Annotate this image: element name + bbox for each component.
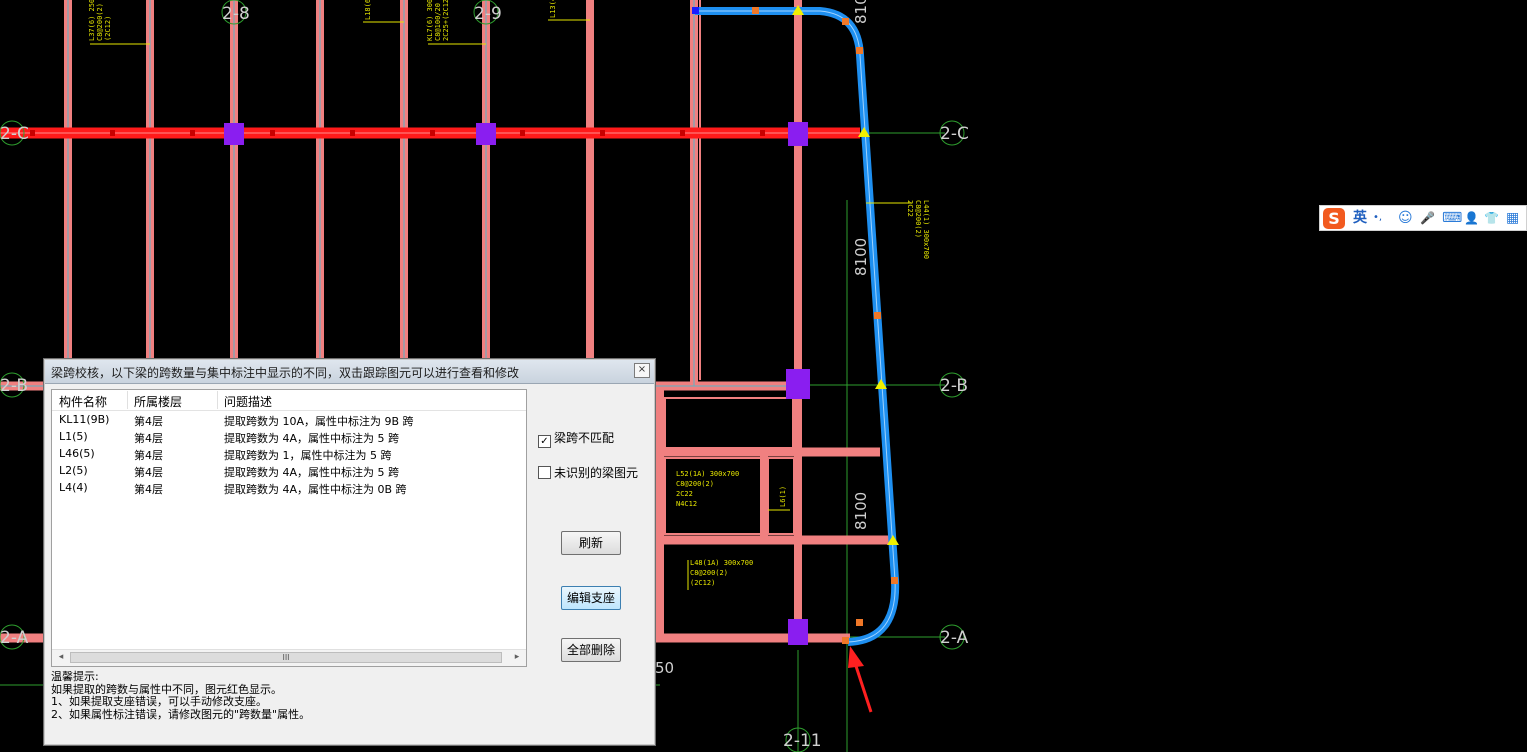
ime-microphone-icon[interactable]: 🎤 [1420,209,1435,227]
dimension-middle: 8100 [852,238,870,276]
axis-label-2a-right: 2-A [940,628,969,648]
list-row-l1[interactable]: L1(5) 第4层 提取跨数为 4A，属性中标注为 5 跨 [52,428,526,445]
scroll-left-icon[interactable]: ◂ [54,652,68,664]
cell-desc: 提取跨数为 4A，属性中标注为 5 跨 [224,466,400,479]
axis-label-2-11: 2-11 [783,731,822,751]
cell-name: L1(5) [59,430,88,443]
delete-all-button[interactable]: 全部删除 [561,638,621,662]
refresh-button[interactable]: 刷新 [561,531,621,555]
ime-apps-icon[interactable]: ▦ [1506,209,1519,227]
beam-span-check-dialog: 梁跨校核，以下梁的跨数量与集中标注中显示的不同，双击跟踪图元可以进行查看和修改 … [43,358,656,746]
svg-text:L52(1A) 300x700C8@200(2)2C22N4: L52(1A) 300x700 C8@200(2) 2C22 N4C12 [676,470,739,508]
cell-name: L46(5) [59,447,95,460]
dimension-bottom: 50 [655,659,674,677]
checkbox-unrecognized-beam-label: 未识别的梁图元 [554,466,639,480]
scrollbar-thumb[interactable]: III [70,652,502,663]
dimension-lower: 8100 [852,492,870,530]
annotation-l52: L52(1A) 300x700 C8@200(2) 2C22 N4C12 [676,470,739,508]
column-header-floor[interactable]: 所属楼层 [134,393,182,410]
checkbox-span-mismatch[interactable]: ✓ 梁跨不匹配 [538,429,614,448]
cell-name: KL11(9B) [59,413,110,426]
hint-line-3: 2、如果属性标注错误，请修改图元的"跨数量"属性。 [51,707,311,721]
hint-panel: 温馨提示: 如果提取的跨数与属性中不同，图元红色显示。 1、如果提取支座错误，可… [51,670,649,721]
sogou-logo-icon[interactable]: S [1323,208,1345,229]
annotation-l37: L37(6) 250x C8@200(2) (2C12) [88,0,150,45]
cell-floor: 第4层 [134,483,163,496]
axis-label-2a-left: 2-A [0,628,29,648]
cell-desc: 提取跨数为 1，属性中标注为 5 跨 [224,449,392,462]
red-arrow-icon [848,646,873,713]
beam-2c-highlighted[interactable] [0,127,860,139]
ime-toolbar: S 英 •, ☺ 🎤 ⌨ 👤 👕 ▦ [1319,205,1527,231]
hint-title: 温馨提示: [51,670,99,683]
cell-desc: 提取跨数为 10A，属性中标注为 9B 跨 [224,415,414,428]
cell-floor: 第4层 [134,449,163,462]
cell-desc: 提取跨数为 4A，属性中标注为 5 跨 [224,432,400,445]
column-header-name[interactable]: 构件名称 [59,393,107,410]
cell-name: L2(5) [59,464,88,477]
cell-name: L4(4) [59,481,88,494]
hint-line-2: 1、如果提取支座错误，可以手动修改支座。 [51,695,267,708]
svg-text:L44(1) 300x700 C8@200(2): L44(1) 300x700 C8@200(2) 2C22 [906,200,930,263]
axis-label-2-9: 2-9 [474,4,502,24]
list-row-l2[interactable]: L2(5) 第4层 提取跨数为 4A，属性中标注为 5 跨 [52,462,526,479]
ime-punctuation-icon[interactable]: •, [1373,209,1382,227]
annotation-l48: L48(1A) 300x700 C8@200(2) (2C12) [687,559,753,590]
axis-label-2-8: 2-8 [222,4,250,24]
axis-label-2b-right: 2-B [940,376,968,396]
svg-text:L37(6) 250x C8@200(2): L37(6) 250x C8@200(2) (2C12) [88,0,112,41]
ime-user-icon[interactable]: 👤 [1464,209,1479,227]
annotation-l18: L18(6 [363,0,404,23]
axis-label-2b-left: 2-B [0,376,28,396]
checkbox-span-mismatch-label: 梁跨不匹配 [554,431,615,445]
cell-desc: 提取跨数为 4A，属性中标注为 0B 跨 [224,483,407,496]
svg-text:L13(4: L13(4 [549,0,557,18]
dimension-top: 810 [852,0,870,24]
dialog-titlebar[interactable]: 梁跨校核，以下梁的跨数量与集中标注中显示的不同，双击跟踪图元可以进行查看和修改 … [45,360,654,384]
list-row-l4[interactable]: L4(4) 第4层 提取跨数为 4A，属性中标注为 0B 跨 [52,479,526,496]
close-button[interactable]: × [634,363,650,378]
axis-label-2c-right: 2-C [940,124,969,144]
ime-keyboard-icon[interactable]: ⌨ [1442,209,1462,227]
axis-label-2c-left: 2-C [0,124,29,144]
cell-floor: 第4层 [134,415,163,428]
column-header-desc[interactable]: 问题描述 [224,393,272,410]
checkbox-unchecked-icon[interactable] [538,466,551,479]
cell-floor: 第4层 [134,466,163,479]
annotation-l13: L13(4 [548,0,590,21]
svg-text:L6(1): L6(1) [779,486,787,507]
svg-text:L48(1A) 300x700C8@200(2)(2C12): L48(1A) 300x700 C8@200(2) (2C12) [690,559,753,587]
annotation-l6: L6(1) [768,486,790,511]
horizontal-scrollbar[interactable]: ◂ III ▸ [52,649,526,666]
problem-list[interactable]: 构件名称 所属楼层 问题描述 KL11(9B) 第4层 提取跨数为 10A，属性… [51,389,527,667]
list-row-l46[interactable]: L46(5) 第4层 提取跨数为 1，属性中标注为 5 跨 [52,445,526,462]
list-header: 构件名称 所属楼层 问题描述 [52,390,526,411]
list-row-kl11[interactable]: KL11(9B) 第4层 提取跨数为 10A，属性中标注为 9B 跨 [52,411,526,428]
ime-language-toggle[interactable]: 英 [1353,209,1367,227]
svg-text:KL7(6) 300x C8@100/20: KL7(6) 300x C8@100/20 2C25+(2C12 [426,0,450,41]
dialog-title: 梁跨校核，以下梁的跨数量与集中标注中显示的不同，双击跟踪图元可以进行查看和修改 [51,366,520,380]
scroll-right-icon[interactable]: ▸ [510,652,524,664]
checkbox-checked-icon[interactable]: ✓ [538,435,551,448]
checkbox-unrecognized-beam[interactable]: 未识别的梁图元 [538,464,638,481]
scrollbar-grip-icon: III [282,653,290,662]
svg-text:L18(6: L18(6 [364,0,372,20]
ime-emoji-icon[interactable]: ☺ [1398,209,1413,227]
cell-floor: 第4层 [134,432,163,445]
ime-skin-icon[interactable]: 👕 [1484,209,1499,227]
edit-support-button[interactable]: 编辑支座 [561,586,621,610]
